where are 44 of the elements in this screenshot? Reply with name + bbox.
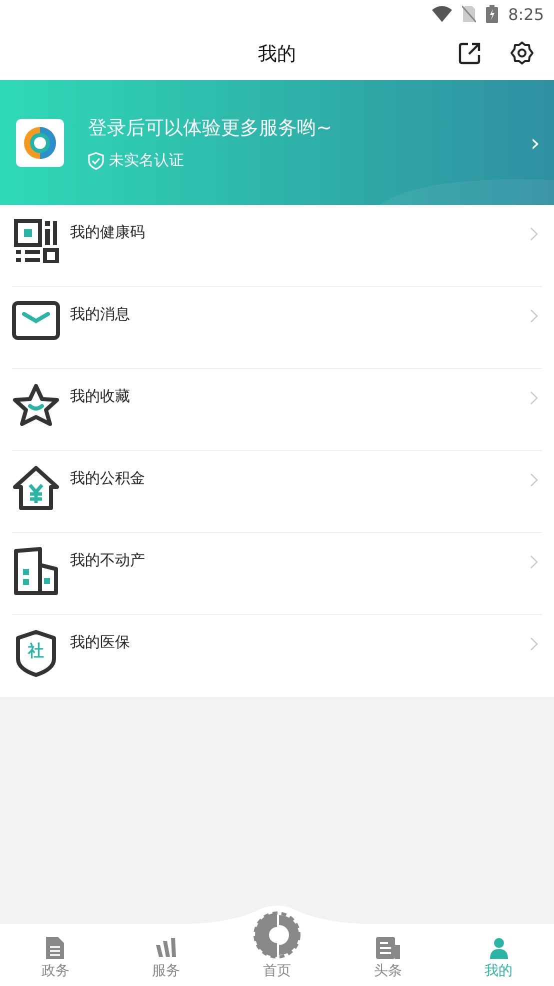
menu-item[interactable]: 社 我的医保 [12,615,542,697]
menu-label: 我的健康码 [70,223,146,242]
chevron-icon [530,637,538,651]
menu-label: 我的公积金 [70,469,146,488]
menu-item[interactable]: 我的公积金 [12,451,542,533]
login-prompt: 登录后可以体验更多服务哟~ [88,116,333,141]
star-icon [12,383,60,427]
menu-label: 我的医保 [70,633,131,652]
chevron-icon [530,227,538,241]
tab[interactable]: 头条 [332,924,444,986]
menu-label: 我的不动产 [70,551,146,570]
document-icon [46,937,64,959]
settings-icon[interactable] [510,41,534,65]
qr-code-icon [12,219,60,263]
share-icon[interactable] [458,41,482,65]
chevron-icon [530,473,538,487]
menu-item[interactable]: 我的收藏 [12,369,542,451]
envelope-icon [12,301,60,341]
menu-item[interactable]: 我的健康码 [12,205,542,287]
chevron-icon [530,309,538,323]
chevron-icon [530,555,538,569]
battery-icon [486,5,498,23]
newspaper-icon [376,937,400,959]
building-icon [12,547,60,595]
chevron-icon [530,391,538,405]
no-sim-icon [462,5,476,23]
page-title: 我的 [258,42,296,67]
status-time: 8:25 [508,4,544,24]
menu-label: 我的消息 [70,305,131,324]
chevron-icon: › [530,128,540,156]
stripes-icon [154,937,178,959]
menu-item[interactable]: 我的消息 [12,287,542,369]
house-yen-icon [12,465,60,511]
login-banner[interactable]: 登录后可以体验更多服务哟~ 未实名认证 › [0,80,554,205]
verification-status: 未实名认证 [109,151,184,170]
wifi-icon [432,6,452,22]
tab[interactable]: 服务 [110,924,222,986]
tab[interactable]: 政务 [0,924,111,986]
menu-item[interactable]: 我的不动产 [12,533,542,615]
tab[interactable]: 首页 [222,902,332,986]
app-logo-icon [16,118,64,166]
menu-label: 我的收藏 [70,387,131,406]
person-icon [488,937,510,959]
shield-check-icon [88,152,104,170]
